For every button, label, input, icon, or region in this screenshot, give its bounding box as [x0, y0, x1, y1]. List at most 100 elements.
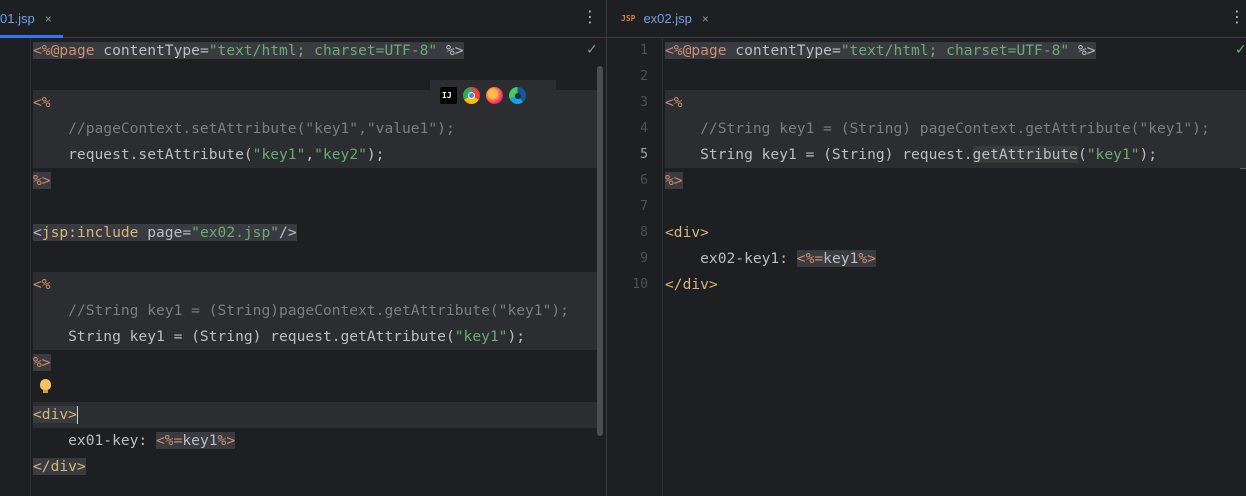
tab-title: ex02.jsp — [643, 11, 692, 26]
code-line[interactable]: ex01-key: <%=key1%> — [33, 428, 236, 454]
code-token: page= — [138, 224, 192, 241]
code-token: "text/html; charset=UTF-8" — [208, 42, 438, 59]
code-token: , — [305, 146, 315, 163]
check-icon: ✓ — [586, 42, 598, 58]
code-line[interactable]: <div> — [665, 220, 709, 246]
code-line[interactable]: <%@page contentType="text/html; charset=… — [665, 38, 1096, 64]
code-line[interactable]: %> — [33, 350, 51, 376]
code-line[interactable]: <jsp:include page="ex02.jsp"/> — [33, 220, 297, 246]
code-token: %> — [437, 42, 464, 59]
left-gutter — [0, 38, 31, 496]
code-token: </div> — [665, 276, 718, 293]
right-margin-marker — [1240, 168, 1246, 169]
code-token: <% — [665, 94, 683, 111]
code-token: "key1" — [252, 146, 306, 163]
code-token: <%@ — [33, 42, 60, 59]
check-icon: ✓ — [1235, 42, 1246, 58]
text-caret — [76, 406, 78, 424]
code-token: ); — [507, 328, 526, 345]
code-token: <% — [33, 94, 51, 111]
code-token: page — [59, 42, 95, 59]
code-token: "key1" — [454, 328, 508, 345]
code-line[interactable]: String key1 = (String) request.getAttrib… — [665, 142, 1157, 168]
current-line-highlight — [33, 402, 603, 428]
code-token: <div> — [33, 406, 77, 423]
code-token: page — [691, 42, 727, 59]
code-token: jsp:include — [41, 224, 139, 241]
code-token: "ex02.jsp" — [191, 224, 280, 241]
code-token: ( — [1077, 146, 1087, 163]
code-token: <%= — [156, 432, 183, 449]
line-number: 4 — [640, 121, 648, 136]
code-token: //pageContext.setAttribute("key1","value… — [33, 120, 455, 137]
code-token: String key1 = (String) request. — [665, 146, 973, 163]
code-line[interactable]: <% — [33, 90, 51, 116]
vertical-scrollbar[interactable] — [597, 66, 603, 436]
code-token: contentType= — [726, 42, 841, 59]
browser-preview-toolbar: IJ — [430, 80, 556, 110]
more-options-icon[interactable]: ⋮ — [582, 7, 598, 27]
right-tab-bar: JSP ex02.jsp × ⋮ — [607, 0, 1246, 38]
line-number: 1 — [640, 43, 648, 58]
code-token: %> — [33, 354, 51, 371]
code-token: ex02-key1: — [665, 250, 797, 267]
code-line[interactable]: String key1 = (String) request.getAttrib… — [33, 324, 525, 350]
code-line[interactable]: <div> — [33, 402, 78, 428]
code-line[interactable]: //String key1 = (String) pageContext.get… — [665, 116, 1210, 142]
right-editor-pane: JSP ex02.jsp × ⋮ 1 2 3 4 5 6 7 8 9 10 <%@page con… — [607, 0, 1246, 496]
code-line[interactable]: ex02-key1: <%=key1%> — [665, 246, 876, 272]
right-code-area[interactable]: <%@page contentType="text/html; charset=… — [665, 38, 1246, 496]
line-number: 10 — [632, 277, 648, 292]
firefox-icon[interactable] — [486, 86, 503, 104]
chrome-icon[interactable] — [463, 86, 480, 104]
tab-01-jsp[interactable]: 01.jsp × — [0, 0, 52, 37]
code-token: "key2" — [314, 146, 367, 163]
code-token: %> — [858, 250, 876, 267]
intellij-icon[interactable]: IJ — [440, 86, 457, 104]
line-number: 2 — [640, 69, 648, 84]
tab-title: 01.jsp — [0, 11, 35, 26]
left-tab-bar: 01.jsp × ⋮ — [0, 0, 606, 38]
code-line[interactable]: </div> — [665, 272, 718, 298]
line-number: 6 — [640, 173, 648, 188]
code-token: <%@ — [665, 42, 692, 59]
code-token: /> — [279, 224, 297, 241]
code-line[interactable]: //pageContext.setAttribute("key1","value… — [33, 116, 455, 142]
code-line[interactable]: </div> — [33, 454, 86, 480]
close-icon[interactable]: × — [45, 12, 52, 26]
line-number: 9 — [640, 251, 648, 266]
line-number: 8 — [640, 225, 648, 240]
code-token: request.setAttribute( — [33, 146, 253, 163]
code-token: String key1 = (String) request.getAttrib… — [33, 328, 455, 345]
edge-icon[interactable] — [509, 86, 526, 104]
code-token: //String key1 = (String) pageContext.get… — [665, 120, 1210, 137]
code-line[interactable]: <% — [33, 272, 51, 298]
code-token: "text/html; charset=UTF-8" — [840, 42, 1070, 59]
code-token: //String key1 = (String)pageContext.getA… — [33, 302, 569, 319]
code-token: <%= — [796, 250, 824, 267]
code-token: key1 — [823, 250, 859, 267]
line-number: 3 — [640, 95, 648, 110]
code-token: ); — [366, 146, 385, 163]
tab-ex02-jsp[interactable]: JSP ex02.jsp × — [621, 0, 709, 37]
code-token: </div> — [33, 458, 86, 475]
left-editor-pane: 01.jsp × ⋮ <%@page contentType="text/htm… — [0, 0, 606, 496]
code-token: "key1" — [1086, 146, 1140, 163]
right-gutter: 1 2 3 4 5 6 7 8 9 10 — [607, 38, 663, 496]
code-line[interactable]: <%@page contentType="text/html; charset=… — [33, 38, 464, 64]
code-line[interactable]: request.setAttribute("key1","key2"); — [33, 142, 384, 168]
code-line[interactable]: %> — [665, 168, 683, 194]
code-line[interactable]: %> — [33, 168, 51, 194]
more-options-icon[interactable]: ⋮ — [1229, 7, 1245, 27]
code-token: key1 — [182, 432, 218, 449]
code-token: < — [33, 224, 42, 241]
code-token: %> — [33, 172, 51, 189]
close-icon[interactable]: × — [702, 12, 709, 26]
jsp-file-icon: JSP — [621, 14, 636, 23]
code-token: getAttribute — [972, 146, 1078, 163]
code-token: %> — [1069, 42, 1096, 59]
code-token: ); — [1139, 146, 1158, 163]
code-token: contentType= — [94, 42, 209, 59]
code-line[interactable]: <% — [665, 90, 683, 116]
code-line[interactable]: //String key1 = (String)pageContext.getA… — [33, 298, 569, 324]
